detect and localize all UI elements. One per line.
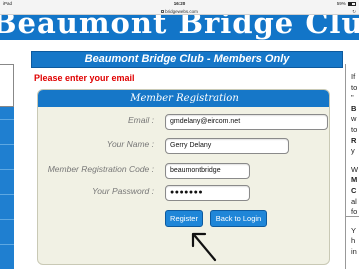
left-sidebar-divider <box>0 144 14 145</box>
registration-title-bar: Member Registration <box>38 90 329 107</box>
battery-icon <box>348 2 356 6</box>
banner-title: Beaumont Bridge Club <box>0 15 359 40</box>
right-sidebar-line: al <box>351 196 357 206</box>
url-display[interactable]: bridgewebs.com <box>0 9 359 14</box>
right-sidebar-line: R <box>351 135 357 145</box>
reload-icon[interactable]: ↻ <box>352 9 356 15</box>
right-sidebar-line: h <box>351 236 356 246</box>
clock: 16:20 <box>173 1 186 6</box>
registration-title: Member Registration <box>130 93 239 104</box>
right-sidebar-line: to <box>351 82 358 92</box>
email-prompt: Please enter your email <box>34 73 135 83</box>
password-field[interactable]: ●●●●●●● <box>165 185 250 201</box>
right-sidebar-line: " <box>351 93 354 103</box>
right-sidebar-line: If <box>351 72 356 81</box>
right-sidebar-text: If to " B w to R y W M C al fo Y h in <box>351 72 358 258</box>
battery-percent: 59% <box>336 1 346 6</box>
url-text: bridgewebs.com <box>165 8 198 14</box>
right-sidebar-line: M <box>351 175 358 185</box>
site-banner: Beaumont Bridge Club <box>0 15 359 40</box>
name-field[interactable]: Gerry Delany <box>165 138 289 154</box>
right-sidebar-line: y <box>351 146 355 156</box>
ios-status-bar: iPad 16:20 59% <box>0 0 359 7</box>
right-sidebar-line: W <box>351 164 359 174</box>
left-sidebar-divider <box>0 244 14 245</box>
email-label: Email : <box>128 115 154 125</box>
name-label: Your Name : <box>106 139 154 149</box>
left-sidebar-divider <box>0 169 14 170</box>
right-sidebar-divider <box>346 216 359 217</box>
members-only-title: Beaumont Bridge Club - Members Only <box>84 53 290 65</box>
left-sidebar-divider <box>0 119 14 120</box>
left-sidebar <box>0 64 14 269</box>
right-sidebar-line: w <box>351 114 357 124</box>
left-sidebar-panel <box>0 64 14 107</box>
registration-code-label: Member Registration Code : <box>47 164 154 174</box>
right-sidebar: If to " B w to R y W M C al fo Y h in <box>345 64 359 269</box>
right-sidebar-line <box>351 218 358 226</box>
password-label: Your Password : <box>92 186 154 196</box>
battery-indicator: 59% <box>337 1 356 6</box>
left-sidebar-divider <box>0 194 14 195</box>
browser-address-bar[interactable]: bridgewebs.com ↻ <box>0 7 359 15</box>
right-sidebar-line: B <box>351 103 357 113</box>
right-sidebar-line: to <box>351 124 358 134</box>
right-sidebar-line: C <box>351 185 357 195</box>
register-button[interactable]: Register <box>165 210 203 227</box>
right-sidebar-line <box>351 157 358 165</box>
members-only-header: Beaumont Bridge Club - Members Only <box>31 51 343 68</box>
registration-form: Member Registration Email : gmdelany@eir… <box>37 89 330 265</box>
email-field[interactable]: gmdelany@eircom.net <box>165 114 328 130</box>
right-sidebar-line: Y <box>351 225 357 235</box>
back-to-login-button[interactable]: Back to Login <box>210 210 267 227</box>
left-sidebar-divider <box>0 219 14 220</box>
lock-icon <box>161 10 165 13</box>
arrow-icon <box>191 232 217 262</box>
registration-code-field[interactable]: beaumontbridge <box>165 163 250 179</box>
right-sidebar-line: in <box>351 246 357 256</box>
